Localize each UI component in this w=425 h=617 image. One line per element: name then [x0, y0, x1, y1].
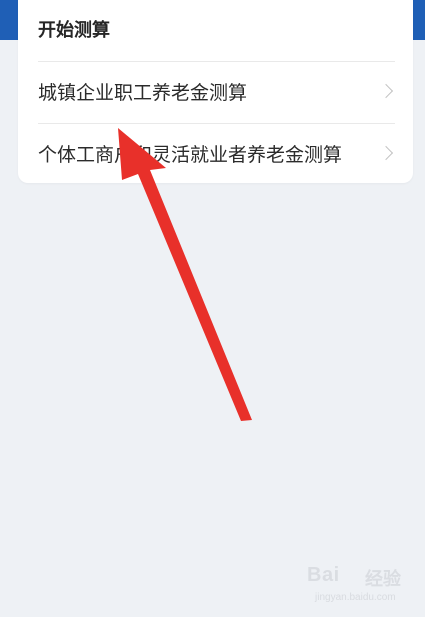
watermark-brand-suffix: 经验	[365, 569, 401, 590]
watermark-brand: Bai	[307, 564, 340, 586]
watermark: Bai 经验 jingyan.baidu.com	[307, 562, 417, 610]
arrow-shape	[118, 128, 252, 421]
red-arrow-annotation	[118, 128, 252, 421]
watermark-url: jingyan.baidu.com	[315, 592, 396, 603]
